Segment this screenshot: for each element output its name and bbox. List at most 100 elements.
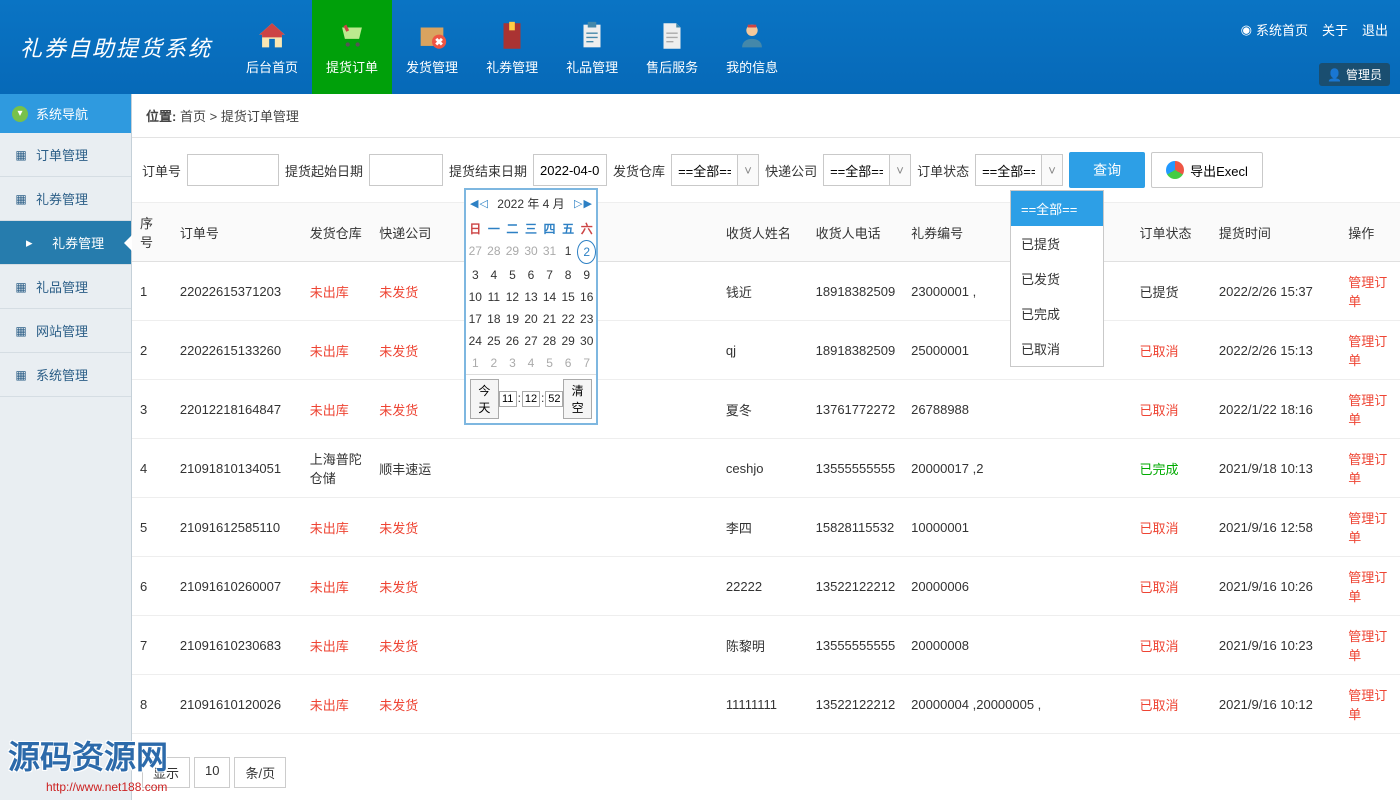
calendar-day[interactable]: 24	[466, 330, 485, 352]
calendar-day[interactable]: 1	[559, 240, 578, 264]
calendar-title[interactable]: 2022 年 4 月	[497, 195, 564, 212]
calendar-day[interactable]: 4	[522, 352, 541, 374]
calendar-day[interactable]: 3	[503, 352, 522, 374]
end-date-input[interactable]	[533, 154, 607, 186]
calendar-day[interactable]: 7	[577, 352, 596, 374]
nav-shipping[interactable]: 发货管理	[392, 0, 472, 94]
calendar-day[interactable]: 29	[559, 330, 578, 352]
calendar-day[interactable]: 18	[485, 308, 504, 330]
calendar-day[interactable]: 28	[540, 330, 559, 352]
calendar-day[interactable]: 21	[540, 308, 559, 330]
calendar-day[interactable]: 2	[577, 240, 596, 264]
calendar-day[interactable]: 2	[485, 352, 504, 374]
dropdown-option[interactable]: ==全部==	[1011, 191, 1103, 226]
manage-order-link[interactable]: 管理订单	[1348, 452, 1387, 486]
today-button[interactable]: 今天	[470, 379, 499, 419]
dropdown-option[interactable]: 已提货	[1011, 226, 1103, 261]
sidebar-item-gifts[interactable]: ▦礼品管理	[0, 265, 131, 309]
next-year-icon[interactable]: ▶	[584, 197, 592, 210]
nav-gift[interactable]: 礼品管理	[552, 0, 632, 94]
calendar-day[interactable]: 6	[559, 352, 578, 374]
sidebar-item-system[interactable]: ▦系统管理	[0, 353, 131, 397]
calendar-day[interactable]: 5	[503, 264, 522, 286]
manage-order-link[interactable]: 管理订单	[1348, 393, 1387, 427]
calendar-day[interactable]: 17	[466, 308, 485, 330]
order-input[interactable]	[187, 154, 279, 186]
link-system-home[interactable]: ◉系统首页	[1241, 20, 1308, 39]
next-month-icon[interactable]: ▷	[574, 197, 582, 210]
calendar-day[interactable]: 4	[485, 264, 504, 286]
calendar-day[interactable]: 14	[540, 286, 559, 308]
page-size[interactable]: 10	[194, 757, 230, 788]
status-dropdown-popup[interactable]: ==全部==已提货已发货已完成已取消	[1010, 190, 1104, 367]
calendar-day[interactable]: 27	[522, 330, 541, 352]
manage-order-link[interactable]: 管理订单	[1348, 334, 1387, 368]
breadcrumb-home[interactable]: 首页	[180, 109, 206, 124]
calendar-day[interactable]: 23	[577, 308, 596, 330]
sidebar-item-coupons[interactable]: ▦礼券管理	[0, 177, 131, 221]
calendar-day[interactable]: 20	[522, 308, 541, 330]
sidebar-head[interactable]: ▾ 系统导航	[0, 94, 131, 133]
warehouse-select[interactable]: ˅	[671, 154, 759, 186]
sidebar-item-site[interactable]: ▦网站管理	[0, 309, 131, 353]
dropdown-option[interactable]: 已发货	[1011, 261, 1103, 296]
hour-input[interactable]	[499, 391, 517, 407]
calendar-day[interactable]: 26	[503, 330, 522, 352]
link-logout[interactable]: 退出	[1362, 20, 1388, 39]
nav-coupon[interactable]: 礼券管理	[472, 0, 552, 94]
admin-badge[interactable]: 👤 管理员	[1319, 63, 1390, 86]
calendar-day[interactable]: 3	[466, 264, 485, 286]
express-value[interactable]	[823, 154, 889, 186]
clear-button[interactable]: 清空	[563, 379, 592, 419]
date-picker-popup[interactable]: ◀◁ 2022 年 4 月 ▷▶ 日一二三四五六2728293031123456…	[464, 188, 598, 425]
calendar-day[interactable]: 13	[522, 286, 541, 308]
calendar-day[interactable]: 10	[466, 286, 485, 308]
calendar-day[interactable]: 31	[540, 240, 559, 264]
query-button[interactable]: 查询	[1069, 152, 1145, 188]
export-button[interactable]: 导出Execl	[1151, 152, 1263, 188]
manage-order-link[interactable]: 管理订单	[1348, 275, 1387, 309]
second-input[interactable]	[545, 391, 563, 407]
chevron-down-icon[interactable]: ˅	[1041, 154, 1063, 186]
start-date-input[interactable]	[369, 154, 443, 186]
calendar-day[interactable]: 16	[577, 286, 596, 308]
calendar-day[interactable]: 30	[577, 330, 596, 352]
page-per[interactable]: 条/页	[234, 757, 286, 788]
calendar-day[interactable]: 1	[466, 352, 485, 374]
nav-pickup-orders[interactable]: 提货订单	[312, 0, 392, 94]
calendar-day[interactable]: 30	[522, 240, 541, 264]
status-value[interactable]	[975, 154, 1041, 186]
prev-year-icon[interactable]: ◀	[470, 197, 478, 210]
calendar-day[interactable]: 8	[559, 264, 578, 286]
calendar-day[interactable]: 28	[485, 240, 504, 264]
sidebar-item-orders[interactable]: ▦订单管理	[0, 133, 131, 177]
manage-order-link[interactable]: 管理订单	[1348, 511, 1387, 545]
dropdown-option[interactable]: 已取消	[1011, 331, 1103, 366]
chevron-down-icon[interactable]: ˅	[889, 154, 911, 186]
calendar-day[interactable]: 9	[577, 264, 596, 286]
minute-input[interactable]	[522, 391, 540, 407]
sidebar-item-coupons-sub[interactable]: ▸ 礼券管理	[0, 221, 131, 265]
calendar-day[interactable]: 12	[503, 286, 522, 308]
calendar-day[interactable]: 15	[559, 286, 578, 308]
warehouse-value[interactable]	[671, 154, 737, 186]
page-show[interactable]: 显示	[142, 757, 190, 788]
manage-order-link[interactable]: 管理订单	[1348, 570, 1387, 604]
calendar-day[interactable]: 6	[522, 264, 541, 286]
calendar-day[interactable]: 25	[485, 330, 504, 352]
chevron-down-icon[interactable]: ˅	[737, 154, 759, 186]
express-select[interactable]: ˅	[823, 154, 911, 186]
calendar-day[interactable]: 22	[559, 308, 578, 330]
calendar-day[interactable]: 29	[503, 240, 522, 264]
nav-home[interactable]: 后台首页	[232, 0, 312, 94]
nav-service[interactable]: 售后服务	[632, 0, 712, 94]
calendar-day[interactable]: 5	[540, 352, 559, 374]
manage-order-link[interactable]: 管理订单	[1348, 629, 1387, 663]
calendar-day[interactable]: 11	[485, 286, 504, 308]
manage-order-link[interactable]: 管理订单	[1348, 688, 1387, 722]
prev-month-icon[interactable]: ◁	[479, 197, 487, 210]
dropdown-option[interactable]: 已完成	[1011, 296, 1103, 331]
link-about[interactable]: 关于	[1322, 20, 1348, 39]
calendar-day[interactable]: 7	[540, 264, 559, 286]
status-select[interactable]: ˅	[975, 154, 1063, 186]
